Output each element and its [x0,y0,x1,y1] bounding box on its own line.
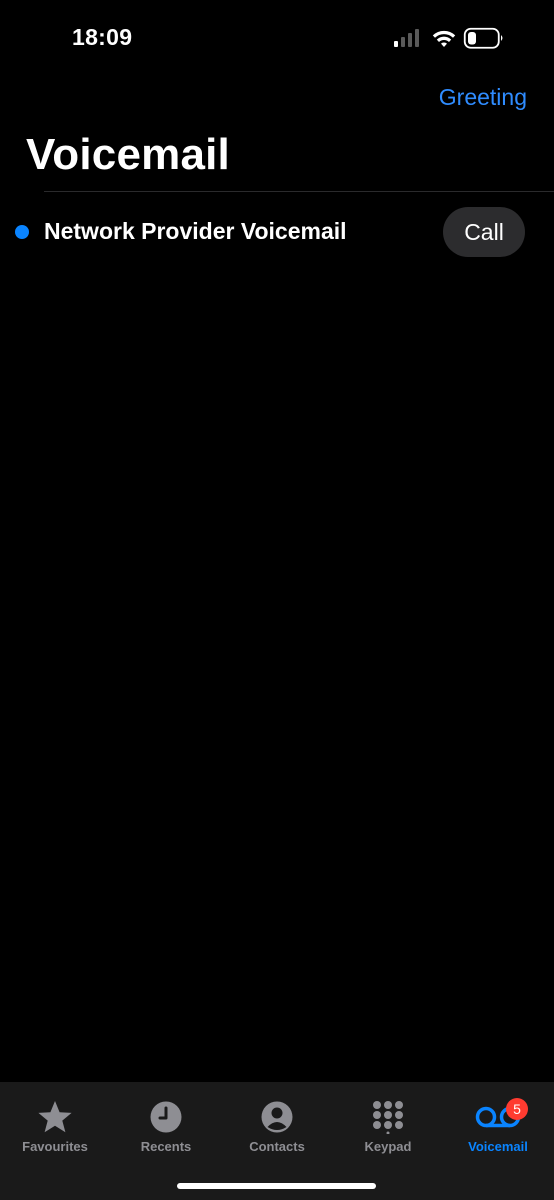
call-button[interactable]: Call [443,207,525,257]
keypad-icon [373,1101,403,1134]
tab-label: Contacts [249,1139,305,1154]
tab-recents[interactable]: Recents [111,1082,221,1162]
battery-icon [463,27,503,49]
wifi-icon [432,30,456,47]
badge-count: 5 [506,1098,528,1120]
home-indicator[interactable] [177,1183,376,1189]
list-item[interactable]: Network Provider Voicemail Call [0,196,554,268]
status-time: 18:09 [72,24,133,50]
unread-indicator-dot [15,225,29,239]
tab-favourites[interactable]: Favourites [0,1082,110,1162]
voicemail-name: Network Provider Voicemail [44,218,347,244]
cellular-signal-icon [394,29,419,47]
clock-icon [150,1101,182,1133]
status-bar: 18:09 [0,0,554,76]
tab-keypad[interactable]: Keypad [333,1082,443,1162]
greeting-button[interactable]: Greeting [439,84,527,111]
status-icons [394,26,506,50]
tab-label: Favourites [22,1139,88,1154]
divider [44,191,554,192]
tab-label: Voicemail [468,1139,528,1154]
tab-contacts[interactable]: Contacts [222,1082,332,1162]
star-icon [38,1101,72,1133]
person-circle-icon [261,1101,293,1133]
tab-label: Keypad [364,1139,412,1154]
tab-voicemail[interactable]: 5 Voicemail [443,1082,553,1162]
page-title: Voicemail [26,130,230,179]
tab-label: Recents [140,1139,192,1154]
